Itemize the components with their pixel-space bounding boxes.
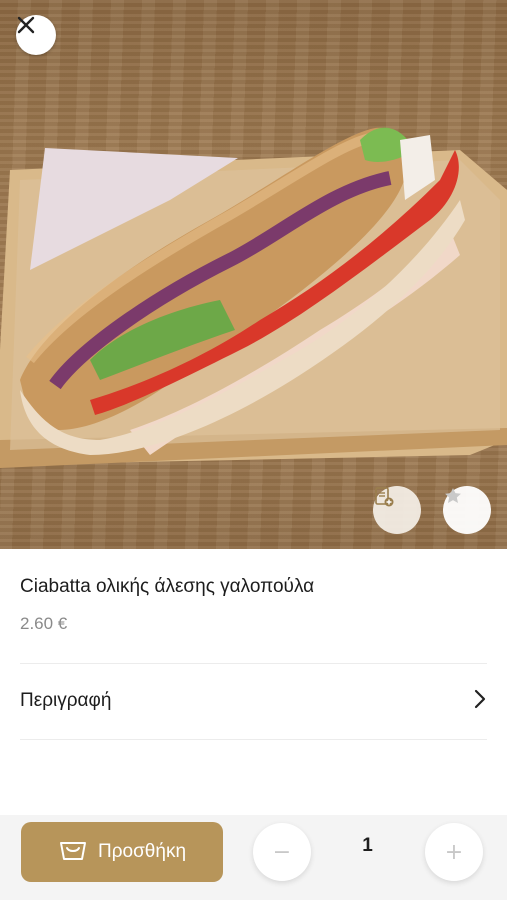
divider	[20, 739, 487, 740]
increase-quantity-button[interactable]: +	[425, 823, 483, 881]
minus-icon: −	[272, 839, 292, 865]
add-to-cart-label: Προσθήκη	[97, 841, 187, 862]
product-image	[0, 0, 507, 549]
sandwich-illustration	[0, 127, 507, 468]
add-to-cart-button[interactable]: Προσθήκη	[21, 822, 223, 882]
add-note-button[interactable]	[373, 486, 421, 534]
close-button[interactable]	[16, 15, 56, 55]
product-title: Ciabatta ολικής άλεσης γαλοπούλα	[20, 576, 315, 597]
bottom-bar: Προσθήκη − 1 +	[0, 815, 507, 900]
chevron-right-icon	[473, 688, 487, 714]
description-label: Περιγραφή	[20, 690, 112, 711]
basket-icon	[58, 836, 88, 868]
description-row[interactable]: Περιγραφή	[20, 664, 487, 738]
quantity-value: 1	[362, 835, 373, 856]
product-price: 2.60 €	[20, 614, 68, 633]
decrease-quantity-button[interactable]: −	[253, 823, 311, 881]
favorite-button[interactable]	[443, 486, 491, 534]
plus-icon: +	[444, 839, 464, 865]
